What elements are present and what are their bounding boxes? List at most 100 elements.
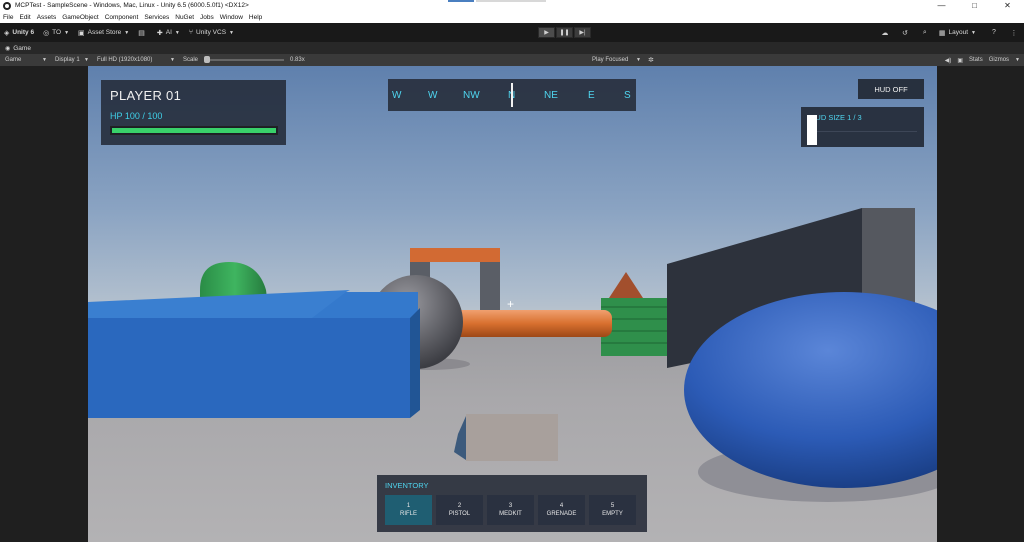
tab-game-label: Game: [13, 44, 31, 52]
pause-button[interactable]: ❚❚: [556, 27, 573, 38]
menu-gameobject[interactable]: GameObject: [62, 14, 99, 21]
vcs-button[interactable]: ⑂ Unity VCS ▼: [189, 29, 234, 36]
blue-box-side: [410, 308, 420, 418]
menu-edit[interactable]: Edit: [19, 14, 30, 21]
slot-name: MEDKIT: [499, 511, 522, 517]
mode-dropdown[interactable]: Game ▼: [2, 55, 50, 65]
store-icon: ▣: [78, 29, 85, 37]
title-accent: [448, 0, 474, 2]
chevron-down-icon: ▼: [636, 57, 641, 63]
scale-slider[interactable]: [204, 56, 285, 63]
hp-bar: [110, 126, 278, 135]
slot-name: GRENADE: [546, 511, 577, 517]
toolbar-right: ☁ ↺ ⌕ ▦ Layout ▼ ? ⋮: [875, 23, 1024, 42]
org-label: TO: [52, 29, 62, 36]
menu-services[interactable]: Services: [144, 14, 169, 21]
compass-needle: [511, 83, 513, 107]
step-button[interactable]: ▶|: [574, 27, 591, 38]
orange-pipe: [446, 310, 612, 337]
game-view-bar: Game ▼ Display 1 ▼ Full HD (1920x1080) ▼…: [0, 54, 1024, 66]
menu-component[interactable]: Component: [105, 14, 139, 21]
scale-label: Scale: [183, 57, 199, 63]
menu-assets[interactable]: Assets: [37, 14, 57, 21]
play-focused-dropdown[interactable]: Play Focused ▼: [589, 55, 644, 65]
inventory-title: INVENTORY: [385, 481, 429, 490]
chevron-down-icon: ▼: [229, 29, 234, 36]
slot-name: EMPTY: [602, 511, 623, 517]
inventory-slot[interactable]: 4 GRENADE: [538, 495, 585, 525]
unity-icon: ◈: [4, 29, 10, 37]
hud-off-button[interactable]: HUD OFF: [858, 79, 924, 99]
history-icon[interactable]: ↺: [895, 29, 915, 37]
audio-icon[interactable]: ◀): [945, 57, 952, 64]
crate: [466, 414, 558, 461]
step-icon: ▶|: [579, 30, 586, 36]
crosshair: +: [507, 297, 515, 311]
chevron-down-icon: ▼: [170, 57, 175, 63]
hud-size-slider[interactable]: [807, 131, 917, 132]
hud-size-handle[interactable]: [807, 115, 817, 145]
close-button[interactable]: ✕: [991, 0, 1024, 11]
maximize-button[interactable]: □: [958, 0, 991, 11]
help-icon[interactable]: ?: [984, 29, 1004, 36]
camera-icon[interactable]: ▣: [957, 57, 963, 64]
play-button[interactable]: ▶: [538, 27, 555, 38]
compass-dir: NE: [544, 90, 558, 101]
unity-logo-icon: [3, 1, 11, 10]
slot-name: RIFLE: [399, 511, 417, 517]
slot-number: 4: [559, 503, 564, 509]
compass-dir: NW: [463, 90, 480, 101]
asset-store-button[interactable]: ▣ Asset Store ▼: [78, 29, 129, 37]
hud-size-label: HUD SIZE 1 / 3: [810, 113, 862, 122]
slot-number: 5: [610, 503, 615, 509]
tab-game[interactable]: ◉ Game: [0, 45, 31, 52]
layout-icon: ▦: [938, 29, 946, 37]
org-dropdown[interactable]: ◎ TO ▼: [43, 29, 69, 37]
arch-top: [410, 248, 500, 262]
chevron-down-icon: ▼: [84, 57, 89, 63]
menu-window[interactable]: Window: [220, 14, 243, 21]
menu-help[interactable]: Help: [249, 14, 262, 21]
more-icon[interactable]: ⋮: [1004, 29, 1024, 37]
window-controls: — □ ✕: [925, 0, 1024, 11]
menu-bar: File Edit Assets GameObject Component Se…: [0, 11, 1024, 23]
crate-shadow: [454, 416, 466, 460]
inventory-slot[interactable]: 2 PISTOL: [436, 495, 483, 525]
inventory-slot[interactable]: 3 MEDKIT: [487, 495, 534, 525]
layout-dropdown[interactable]: ▦ Layout ▼: [939, 29, 976, 37]
resolution-dropdown[interactable]: Full HD (1920x1080) ▼: [94, 55, 178, 65]
ai-label: AI: [165, 29, 172, 36]
gamepad-icon: ◉: [5, 45, 11, 52]
account-button[interactable]: ◈ Unity 6: [4, 29, 34, 37]
window-title: MCPTest - SampleScene - Windows, Mac, Li…: [15, 2, 249, 9]
compass-bar: W W NW N NE E S: [388, 79, 636, 111]
chevron-down-icon[interactable]: ▼: [1015, 57, 1020, 63]
player-name: PLAYER 01: [110, 88, 182, 103]
menu-nuget[interactable]: NuGet: [175, 14, 194, 21]
chevron-down-icon: ▼: [124, 29, 130, 36]
search-icon[interactable]: ⌕: [915, 29, 935, 37]
chevron-down-icon: ▼: [42, 57, 47, 63]
title-bar: MCPTest - SampleScene - Windows, Mac, Li…: [0, 0, 1024, 11]
title-accent: [476, 0, 546, 2]
inventory-slot[interactable]: 5 EMPTY: [589, 495, 636, 525]
hp-text: HP 100 / 100: [110, 111, 163, 121]
stairs-step: [601, 342, 671, 344]
display-dropdown[interactable]: Display 1 ▼: [52, 55, 92, 65]
inventory-panel: INVENTORY 1 RIFLE 2 PISTOL 3 MEDKIT 4 GR…: [377, 475, 647, 532]
inventory-slot[interactable]: 1 RIFLE: [385, 495, 432, 525]
bug-icon[interactable]: ✲: [648, 56, 654, 64]
menu-jobs[interactable]: Jobs: [200, 14, 214, 21]
gizmos-button[interactable]: Gizmos: [989, 57, 1009, 63]
menu-file[interactable]: File: [3, 14, 13, 21]
scale-slider-handle[interactable]: [204, 56, 211, 63]
minimize-button[interactable]: —: [925, 0, 958, 11]
ai-button[interactable]: ✚ AI ▼: [157, 29, 180, 37]
play-focused-label: Play Focused: [592, 57, 629, 63]
compass-dir: W: [392, 90, 402, 101]
stats-button[interactable]: Stats: [969, 57, 983, 63]
play-icon: ▶: [544, 30, 549, 36]
ai-sparkle-icon: ✚: [156, 29, 163, 37]
cloud-icon[interactable]: ☁: [875, 29, 895, 37]
package-button[interactable]: ▤: [138, 29, 148, 37]
